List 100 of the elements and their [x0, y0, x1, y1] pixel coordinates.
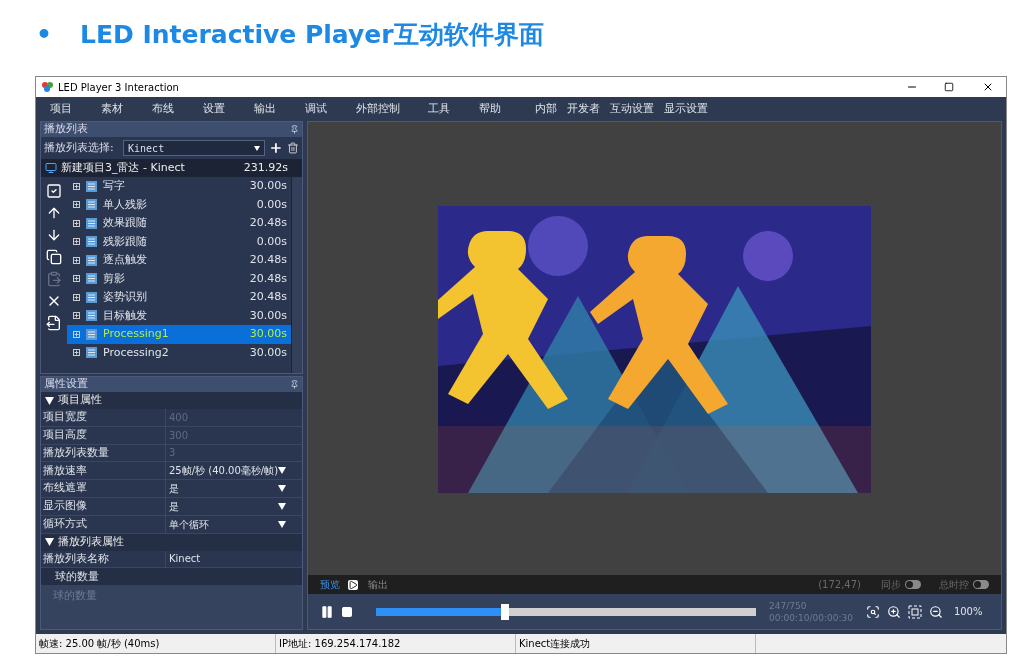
playlist-item[interactable]: 逐点触发 20.48s: [67, 251, 291, 270]
expand-icon[interactable]: [73, 312, 80, 320]
toggle-switch[interactable]: [905, 580, 921, 589]
clip-icon: [86, 180, 97, 192]
status-text: Kinect连接成功: [516, 634, 756, 653]
item-name: 写字: [103, 178, 126, 194]
actual-size-icon[interactable]: [907, 604, 922, 619]
section-title: 播放列表属性: [58, 533, 124, 550]
check-icon[interactable]: [46, 183, 62, 199]
dropdown-icon[interactable]: [278, 520, 286, 528]
status-text: IP地址: 169.254.174.182: [276, 634, 516, 653]
play-icon: [348, 579, 358, 590]
playlist-item[interactable]: Processing1 30.00s: [67, 325, 291, 344]
pin-icon[interactable]: [290, 380, 299, 389]
property-label: 播放列表名称: [42, 550, 110, 567]
collapse-icon[interactable]: [45, 538, 54, 547]
expand-icon[interactable]: [73, 201, 80, 209]
add-icon[interactable]: [269, 141, 284, 155]
playlist-select[interactable]: Kinect: [123, 140, 266, 156]
playlist-item[interactable]: 效果跟随 20.48s: [67, 214, 291, 233]
menu-item[interactable]: 输出: [254, 100, 305, 118]
dropdown-icon[interactable]: [278, 467, 287, 475]
progress-thumb[interactable]: [501, 603, 510, 620]
menu-item[interactable]: 开发者: [562, 100, 605, 118]
menu-item[interactable]: 工具: [428, 100, 479, 118]
playlist-item[interactable]: Processing2 30.00s: [67, 343, 291, 362]
playlist-item[interactable]: 剪影 20.48s: [67, 269, 291, 288]
section-header[interactable]: 项目属性: [41, 392, 302, 409]
expand-icon[interactable]: [73, 349, 80, 357]
preview-tab[interactable]: 输出: [348, 577, 388, 592]
field-label: 播放列表选择:: [44, 139, 115, 156]
property-dropdown[interactable]: 是: [165, 498, 290, 515]
playlist-item[interactable]: 残影跟随 0.00s: [67, 232, 291, 251]
maximize-icon[interactable]: [944, 82, 954, 92]
zoom-fit-icon[interactable]: [865, 604, 880, 619]
item-name: Processing1: [103, 326, 170, 342]
clip-icon: [86, 310, 97, 322]
pause-icon[interactable]: [320, 604, 334, 619]
property-dropdown[interactable]: 是: [165, 480, 290, 497]
playlist-item[interactable]: 单人残影 0.00s: [67, 195, 291, 214]
expand-icon[interactable]: [73, 293, 80, 301]
property-label: 布线遮罩: [42, 480, 88, 497]
playlist-item[interactable]: 目标触发 30.00s: [67, 306, 291, 325]
item-duration: 30.00s: [249, 326, 287, 342]
frame-counter: 247/750: [769, 599, 808, 612]
clip-icon: [86, 236, 97, 248]
up-icon[interactable]: [46, 205, 62, 221]
menu-item[interactable]: 内部: [530, 100, 562, 118]
description-title: 球的数量: [41, 568, 302, 586]
item-duration: 20.48s: [249, 252, 287, 268]
expand-icon[interactable]: [73, 256, 80, 264]
dropdown-icon[interactable]: [254, 145, 261, 151]
clip-icon: [86, 328, 97, 340]
bullet: •: [36, 19, 52, 52]
menu-item[interactable]: 素材: [101, 100, 152, 118]
menu-item[interactable]: 外部控制: [356, 100, 428, 118]
export-icon[interactable]: [46, 315, 62, 331]
menu-item[interactable]: 显示设置: [659, 100, 713, 118]
down-icon[interactable]: [46, 227, 62, 243]
menu-item[interactable]: 设置: [203, 100, 254, 118]
expand-icon[interactable]: [73, 182, 80, 190]
playlist-item[interactable]: 姿势识别 20.48s: [67, 288, 291, 307]
dropdown-icon[interactable]: [278, 502, 286, 510]
close-icon[interactable]: [982, 81, 994, 93]
preview-tab[interactable]: 预览: [320, 577, 340, 592]
menu-item[interactable]: 调试: [305, 100, 356, 118]
property-label: 项目宽度: [42, 409, 88, 426]
menu-item[interactable]: 布线: [152, 100, 203, 118]
status-text: 帧速: 25.00 帧/秒 (40ms): [36, 634, 276, 653]
collapse-icon[interactable]: [45, 396, 54, 405]
property-value[interactable]: Kinect: [165, 550, 290, 568]
menu-item[interactable]: 互动设置: [605, 100, 659, 118]
property-dropdown[interactable]: 25帧/秒 (40.00毫秒/帧): [165, 462, 291, 480]
copy-icon[interactable]: [46, 249, 62, 265]
stop-icon[interactable]: [341, 605, 353, 618]
item-name: 目标触发: [103, 307, 148, 324]
menu-item[interactable]: 项目: [50, 100, 101, 118]
item-name: 姿势识别: [103, 289, 148, 305]
expand-icon[interactable]: [73, 238, 80, 246]
project-row[interactable]: 新建项目3_雷达 - Kinect 231.92s: [41, 159, 302, 177]
toggle-switch[interactable]: [973, 580, 989, 589]
clip-icon: [86, 199, 97, 211]
panel-title: 播放列表: [44, 121, 88, 138]
item-duration: 0.00s: [256, 233, 287, 250]
project-name: 新建项目3_雷达 - Kinect: [61, 159, 186, 176]
playlist-item[interactable]: 写字 30.00s: [67, 177, 291, 196]
time-counter: 00:00:10/00:00:30: [769, 611, 853, 624]
zoom-out-icon[interactable]: [928, 604, 943, 619]
item-name: 逐点触发: [103, 252, 148, 268]
delete-icon[interactable]: [287, 142, 299, 154]
scrollbar[interactable]: [291, 177, 302, 373]
item-name: 效果跟随: [103, 215, 148, 231]
dropdown-icon[interactable]: [278, 485, 286, 493]
zoom-in-icon[interactable]: [886, 604, 901, 619]
expand-icon[interactable]: [73, 275, 80, 283]
property-dropdown[interactable]: 单个循环: [165, 515, 290, 533]
pin-icon[interactable]: [290, 125, 299, 134]
property-label: 项目高度: [42, 426, 88, 443]
menu-item[interactable]: 帮助: [479, 100, 530, 118]
expand-icon[interactable]: [73, 219, 80, 227]
